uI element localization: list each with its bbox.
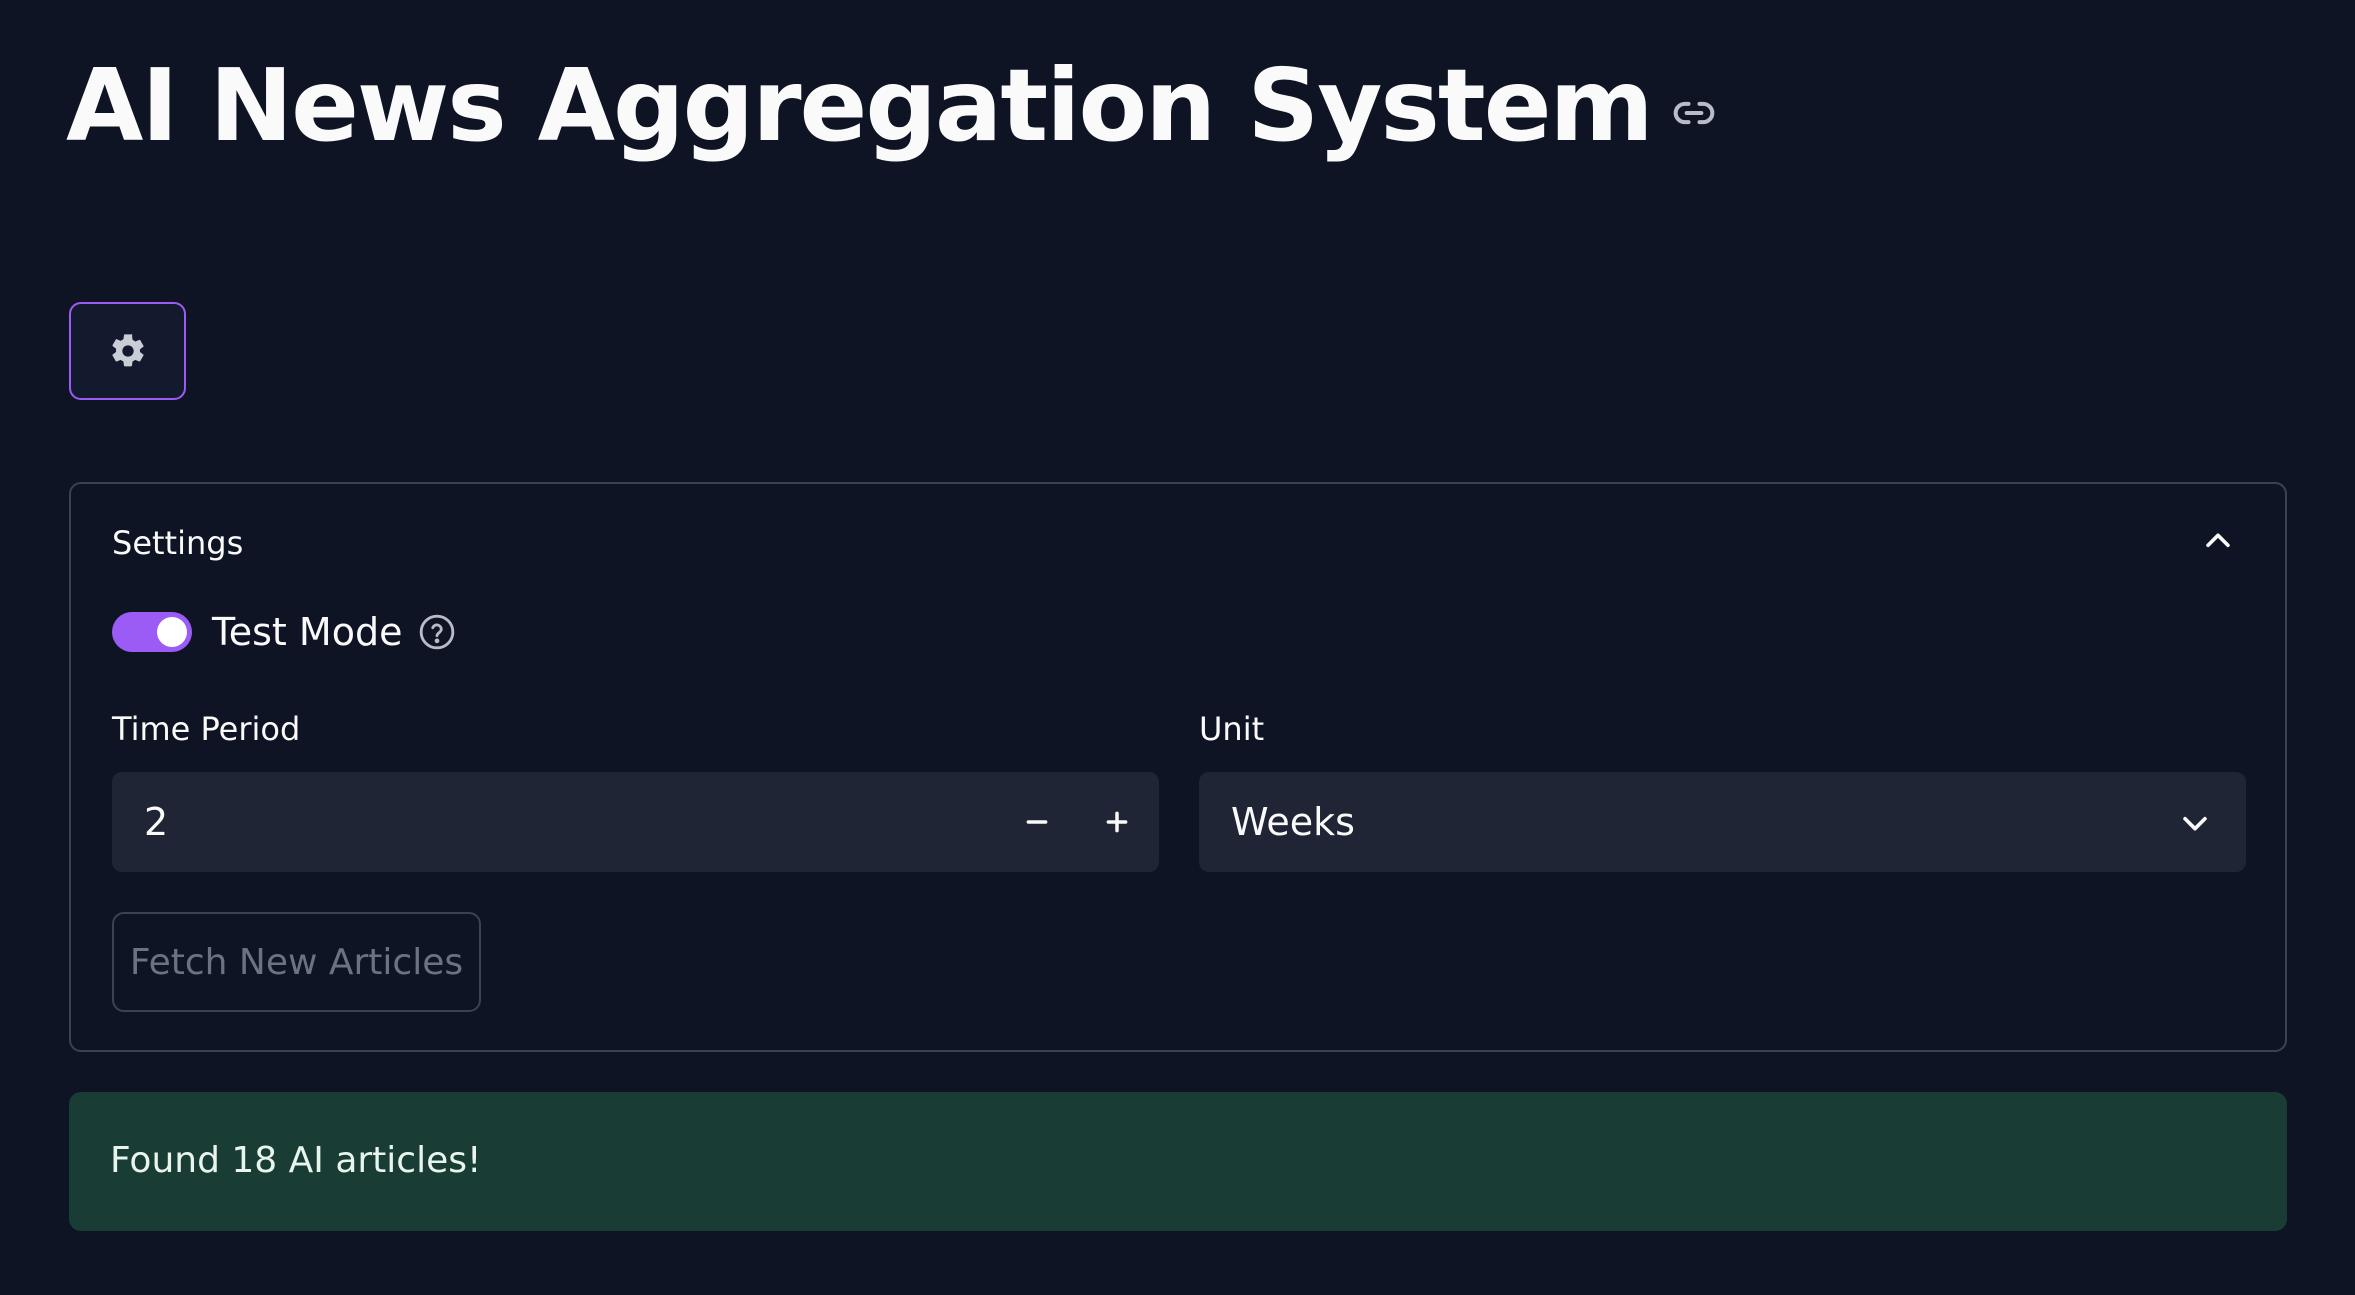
- time-period-label: Time Period: [112, 710, 301, 748]
- test-mode-label: Test Mode: [212, 610, 403, 654]
- chevron-up-icon: [2206, 533, 2230, 548]
- unit-label: Unit: [1199, 710, 1265, 748]
- unit-select-value: Weeks: [1231, 800, 1355, 844]
- app-page: AI News Aggregation System Settings Test…: [0, 0, 2355, 1295]
- settings-expander: Settings Test Mode Time Period Unit 2 We…: [69, 482, 2287, 1052]
- chevron-down-icon: [2183, 816, 2207, 831]
- time-period-input[interactable]: 2: [112, 772, 1159, 872]
- success-alert: Found 18 AI articles!: [69, 1092, 2287, 1231]
- test-mode-row: Test Mode: [112, 610, 456, 654]
- fetch-new-articles-button[interactable]: Fetch New Articles: [112, 912, 481, 1012]
- page-title: AI News Aggregation System: [66, 47, 1654, 164]
- gear-icon: [111, 334, 144, 367]
- unit-select[interactable]: Weeks: [1199, 772, 2246, 872]
- title-row: AI News Aggregation System: [66, 56, 1716, 156]
- test-mode-toggle[interactable]: [112, 612, 192, 652]
- settings-title: Settings: [112, 524, 244, 562]
- decrement-button[interactable]: [997, 772, 1077, 872]
- link-icon[interactable]: [1672, 91, 1716, 135]
- alert-text: Found 18 AI articles!: [110, 1140, 482, 1181]
- time-period-value[interactable]: 2: [144, 800, 168, 844]
- settings-expander-header[interactable]: Settings: [71, 484, 2285, 572]
- plus-icon: [1106, 811, 1128, 833]
- settings-gear-button[interactable]: [69, 302, 186, 400]
- toggle-knob: [157, 617, 187, 647]
- help-icon[interactable]: [418, 613, 456, 651]
- minus-icon: [1026, 820, 1048, 824]
- increment-button[interactable]: [1077, 772, 1157, 872]
